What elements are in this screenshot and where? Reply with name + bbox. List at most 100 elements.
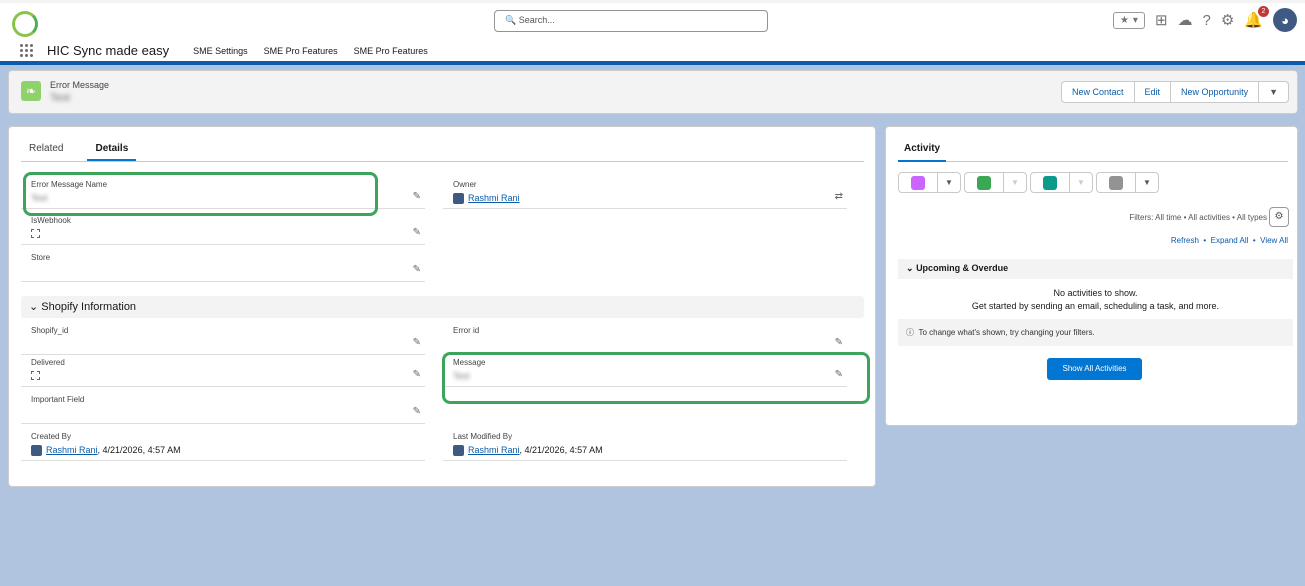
- change-owner-icon[interactable]: ⇄: [835, 191, 843, 202]
- section-shopify-information[interactable]: ⌄ Shopify Information: [21, 296, 864, 318]
- pencil-icon[interactable]: ✎: [413, 369, 421, 380]
- record-name: Test: [50, 92, 71, 104]
- chevron-down-icon[interactable]: ▼: [1136, 173, 1158, 192]
- filters-text: Filters: All time • All activities • All…: [1129, 213, 1267, 222]
- calendar-icon: [911, 175, 925, 190]
- show-all-activities-button[interactable]: Show All Activities: [1047, 358, 1142, 380]
- info-icon: ⓘ: [906, 328, 914, 337]
- pencil-icon[interactable]: ✎: [413, 191, 421, 202]
- created-by-link[interactable]: Rashmi Rani: [46, 445, 98, 455]
- no-activities-text: No activities to show.: [1053, 288, 1138, 298]
- chevron-down-icon: ▼: [1077, 178, 1085, 187]
- field-shopify-id: Shopify_id ✎: [21, 323, 425, 355]
- section-title: Upcoming & Overdue: [916, 263, 1009, 273]
- checkbox: [31, 229, 40, 238]
- chevron-down-icon: ▼: [1011, 178, 1019, 187]
- chevron-down-icon: ▾: [1132, 14, 1138, 26]
- phone-icon: [1043, 175, 1057, 190]
- field-error-id: Error id ✎: [443, 323, 847, 355]
- notifications-bell-icon[interactable]: 🔔 2: [1244, 6, 1269, 29]
- field-label: Shopify_id: [31, 326, 69, 335]
- global-header: 🔍 Search... ★ ▾ ⊞ ☁ ? ⚙ 🔔 2 ◕ HIC Sync mad…: [0, 0, 1305, 61]
- modified-date: , 4/21/2026, 4:57 AM: [519, 445, 603, 455]
- field-label: Last Modified By: [453, 432, 513, 441]
- pencil-icon[interactable]: ✎: [835, 337, 843, 348]
- chevron-down-icon[interactable]: ▼: [938, 173, 960, 192]
- pencil-icon[interactable]: ✎: [413, 227, 421, 238]
- chevron-down-icon: ⌄: [29, 301, 39, 313]
- checkbox: [31, 371, 40, 380]
- owner-link[interactable]: Rashmi Rani: [468, 193, 520, 203]
- task-icon: [977, 175, 991, 190]
- field-important-field: Important Field ✎: [21, 392, 425, 424]
- field-label: IsWebhook: [31, 216, 71, 225]
- email-button[interactable]: ▼: [1096, 172, 1159, 193]
- app-logo[interactable]: [12, 11, 38, 37]
- trailhead-icon[interactable]: ☁: [1178, 11, 1193, 29]
- leaf-icon: ❧: [21, 81, 41, 101]
- new-contact-button[interactable]: New Contact: [1062, 82, 1135, 102]
- get-started-text: Get started by sending an email, schedul…: [971, 301, 1220, 311]
- star-icon: ★: [1119, 14, 1129, 26]
- field-last-modified-by: Last Modified By Rashmi Rani, 4/21/2026,…: [443, 429, 847, 461]
- object-label: Error Message: [50, 80, 110, 90]
- tab-details[interactable]: Details: [87, 139, 137, 161]
- info-text: To change what's shown, try changing you…: [918, 328, 1095, 337]
- notification-badge: 2: [1258, 6, 1269, 17]
- section-title: Shopify Information: [41, 301, 137, 313]
- nav-tab-sme-settings[interactable]: SME Settings: [193, 46, 248, 56]
- pencil-icon[interactable]: ✎: [413, 406, 421, 417]
- field-label: Error id: [453, 326, 480, 335]
- app-launcher-icon[interactable]: [20, 43, 34, 58]
- nav-tab-sme-pro-features[interactable]: SME Pro Features: [264, 46, 338, 56]
- edit-button[interactable]: Edit: [1135, 82, 1172, 102]
- nav-tab-sme-pro-features-2[interactable]: SME Pro Features: [354, 46, 428, 56]
- field-store: Store ✎: [21, 250, 425, 282]
- field-delivered: Delivered ✎: [21, 355, 425, 387]
- view-all-link[interactable]: View All: [1260, 236, 1288, 245]
- search-input[interactable]: 🔍 Search...: [494, 10, 768, 32]
- favorites-button[interactable]: ★ ▾: [1112, 11, 1145, 29]
- highlight-box: [442, 352, 870, 404]
- tab-related[interactable]: Related: [21, 139, 71, 161]
- user-icon: [453, 193, 464, 205]
- field-owner: Owner Rashmi Rani ⇄: [443, 177, 847, 209]
- new-event-button[interactable]: ▼: [898, 172, 961, 193]
- record-header: ❧ Error Message Test New Contact Edit Ne…: [8, 70, 1298, 114]
- modified-by-link[interactable]: Rashmi Rani: [468, 445, 520, 455]
- user-avatar[interactable]: ◕: [1273, 8, 1297, 32]
- more-actions-chevron-icon[interactable]: ▼: [1259, 82, 1288, 102]
- field-label: Important Field: [31, 395, 85, 404]
- user-icon: [453, 445, 464, 457]
- pencil-icon[interactable]: ✎: [413, 337, 421, 348]
- log-call-button[interactable]: ▼: [1030, 172, 1093, 193]
- field-created-by: Created By Rashmi Rani, 4/21/2026, 4:57 …: [21, 429, 425, 461]
- refresh-link[interactable]: Refresh: [1171, 236, 1199, 245]
- details-card: Related Details Error Message Name Test …: [8, 126, 876, 487]
- new-task-button[interactable]: ▼: [964, 172, 1027, 193]
- app-name: HIC Sync made easy: [47, 43, 170, 58]
- activity-card: Activity ▼ ▼ ▼ ▼ Filters: All time • All…: [885, 126, 1298, 426]
- search-placeholder: Search...: [518, 15, 555, 25]
- filter-settings-gear-icon[interactable]: ⚙: [1269, 207, 1289, 227]
- header-stripe: [0, 61, 1305, 65]
- expand-all-link[interactable]: Expand All: [1211, 236, 1249, 245]
- tab-activity[interactable]: Activity: [898, 139, 947, 162]
- help-icon[interactable]: ?: [1203, 12, 1211, 29]
- created-date: , 4/21/2026, 4:57 AM: [97, 445, 181, 455]
- email-icon: [1109, 175, 1123, 190]
- upcoming-overdue-section[interactable]: ⌄ Upcoming & Overdue: [898, 259, 1293, 279]
- add-icon[interactable]: ⊞: [1155, 11, 1168, 29]
- pencil-icon[interactable]: ✎: [413, 264, 421, 275]
- user-icon: [31, 445, 42, 457]
- gear-icon[interactable]: ⚙: [1221, 11, 1234, 29]
- chevron-down-icon: ⌄: [906, 263, 914, 273]
- field-iswebhook: IsWebhook ✎: [21, 213, 425, 245]
- info-banner: ⓘ To change what's shown, try changing y…: [898, 319, 1293, 346]
- field-label: Created By: [31, 432, 72, 441]
- field-label: Delivered: [31, 358, 65, 367]
- highlight-box: [23, 172, 378, 216]
- field-label: Store: [31, 253, 51, 262]
- field-label: Owner: [453, 180, 477, 189]
- new-opportunity-button[interactable]: New Opportunity: [1171, 82, 1260, 102]
